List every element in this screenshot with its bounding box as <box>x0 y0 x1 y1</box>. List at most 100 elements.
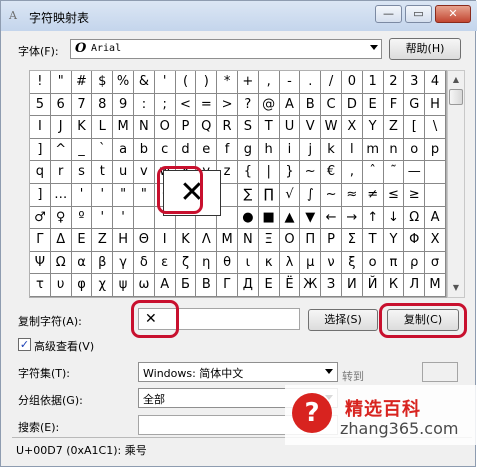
character-cell[interactable]: - <box>279 71 301 94</box>
character-cell[interactable]: Q <box>196 116 218 139</box>
character-cell[interactable]: К <box>383 274 405 297</box>
character-cell[interactable]: s <box>71 161 93 184</box>
character-cell[interactable]: B <box>300 93 322 117</box>
character-cell[interactable]: 8 <box>92 93 114 117</box>
character-cell[interactable]: ■ <box>258 206 280 230</box>
character-cell[interactable]: 9 <box>113 93 134 117</box>
minimize-button[interactable]: — <box>375 5 402 23</box>
character-cell[interactable]: ↑ <box>362 206 384 230</box>
character-cell[interactable]: c <box>154 138 176 162</box>
character-cell[interactable]: Д <box>237 274 259 297</box>
character-cell[interactable]: ∫ <box>300 183 322 207</box>
character-cell[interactable] <box>133 206 155 230</box>
character-cell[interactable]: Ξ <box>258 229 280 252</box>
character-cell[interactable]: ˜ <box>383 161 405 184</box>
character-cell[interactable]: f <box>217 138 238 162</box>
character-cell[interactable]: τ <box>30 274 51 297</box>
character-cell[interactable]: " <box>50 71 72 94</box>
character-cell[interactable]: Κ <box>175 229 197 252</box>
character-cell[interactable]: 3 <box>404 71 426 94</box>
character-cell[interactable]: Л <box>404 274 426 297</box>
character-cell[interactable]: А <box>154 274 176 297</box>
scroll-down-arrow-icon[interactable]: ▼ <box>449 280 463 296</box>
character-cell[interactable]: M <box>113 116 134 139</box>
character-cell[interactable]: ( <box>175 71 197 94</box>
select-button[interactable]: 选择(S) <box>308 309 378 331</box>
character-cell[interactable]: v <box>133 161 155 184</box>
character-cell[interactable]: ≤ <box>383 183 405 207</box>
character-cell[interactable]: H <box>425 93 446 117</box>
character-cell[interactable]: O <box>154 116 176 139</box>
character-cell[interactable]: Τ <box>362 229 384 252</box>
character-cell[interactable]: T <box>258 116 280 139</box>
character-cell[interactable]: φ <box>71 274 93 297</box>
grid-scrollbar[interactable]: ▲ ▼ <box>447 70 465 298</box>
character-cell[interactable]: Ω <box>404 206 426 230</box>
character-cell[interactable]: — <box>404 161 426 184</box>
character-cell[interactable]: Ж <box>300 274 322 297</box>
character-cell[interactable]: j <box>300 138 322 162</box>
character-cell[interactable]: ρ <box>404 251 426 275</box>
character-cell[interactable]: π <box>383 251 405 275</box>
character-cell[interactable]: a <box>113 138 134 162</box>
character-cell[interactable]: b <box>133 138 155 162</box>
character-cell[interactable]: K <box>71 116 93 139</box>
character-cell[interactable]: η <box>196 251 218 275</box>
character-cell[interactable]: ) <box>196 71 218 94</box>
character-cell[interactable]: G <box>404 93 426 117</box>
character-cell[interactable]: Z <box>383 116 405 139</box>
character-cell[interactable]: ω <box>133 274 155 297</box>
character-cell[interactable]: ≠ <box>362 183 384 207</box>
character-set-select[interactable]: Windows: 简体中文 <box>138 362 338 382</box>
character-cell[interactable]: I <box>30 116 51 139</box>
character-cell[interactable]: Ι <box>154 229 176 252</box>
character-cell[interactable]: В <box>196 274 218 297</box>
character-cell[interactable]: И <box>341 274 363 297</box>
character-cell[interactable]: N <box>133 116 155 139</box>
character-cell[interactable]: ▼ <box>300 206 322 230</box>
character-cell[interactable]: Θ <box>133 229 155 252</box>
character-cell[interactable]: Ψ <box>30 251 51 275</box>
character-cell[interactable]: S <box>237 116 259 139</box>
character-cell[interactable]: Ё <box>279 274 301 297</box>
character-cell[interactable]: ; <box>154 93 176 117</box>
character-cell[interactable]: γ <box>113 251 134 275</box>
character-cell[interactable]: # <box>71 71 93 94</box>
character-cell[interactable]: ∏ <box>258 183 280 207</box>
character-cell[interactable]: t <box>92 161 114 184</box>
character-cell[interactable]: ' <box>154 71 176 94</box>
character-cell[interactable]: ν <box>321 251 342 275</box>
character-cell[interactable]: Ε <box>71 229 93 252</box>
character-cell[interactable]: ‚ <box>341 161 363 184</box>
character-cell[interactable]: ♂ <box>30 206 51 230</box>
character-cell[interactable]: Б <box>175 274 197 297</box>
character-cell[interactable]: 6 <box>50 93 72 117</box>
character-cell[interactable]: _ <box>71 138 93 162</box>
character-cell[interactable]: W <box>321 116 342 139</box>
character-cell[interactable]: 5 <box>30 93 51 117</box>
character-cell[interactable]: ● <box>237 206 259 230</box>
character-cell[interactable]: e <box>196 138 218 162</box>
character-cell[interactable]: ˆ <box>362 161 384 184</box>
character-cell[interactable]: " <box>133 183 155 207</box>
character-cell[interactable]: Γ <box>30 229 51 252</box>
character-cell[interactable]: → <box>341 206 363 230</box>
character-cell[interactable]: υ <box>50 274 72 297</box>
character-cell[interactable]: A <box>425 206 446 230</box>
character-cell[interactable]: n <box>383 138 405 162</box>
scroll-thumb[interactable] <box>449 89 463 105</box>
character-cell[interactable]: $ <box>92 71 114 94</box>
character-cell[interactable]: ≈ <box>341 183 363 207</box>
character-cell[interactable]: [ <box>404 116 426 139</box>
character-cell[interactable]: . <box>300 71 322 94</box>
character-cell[interactable]: r <box>50 161 72 184</box>
character-cell[interactable]: σ <box>425 251 446 275</box>
character-cell[interactable]: 7 <box>71 93 93 117</box>
character-cell[interactable]: ▲ <box>279 206 301 230</box>
character-cell[interactable]: Ω <box>50 251 72 275</box>
character-cell[interactable]: √ <box>279 183 301 207</box>
character-cell[interactable]: + <box>237 71 259 94</box>
character-cell[interactable]: \ <box>425 116 446 139</box>
character-cell[interactable]: D <box>341 93 363 117</box>
character-cell[interactable]: 4 <box>425 71 446 94</box>
